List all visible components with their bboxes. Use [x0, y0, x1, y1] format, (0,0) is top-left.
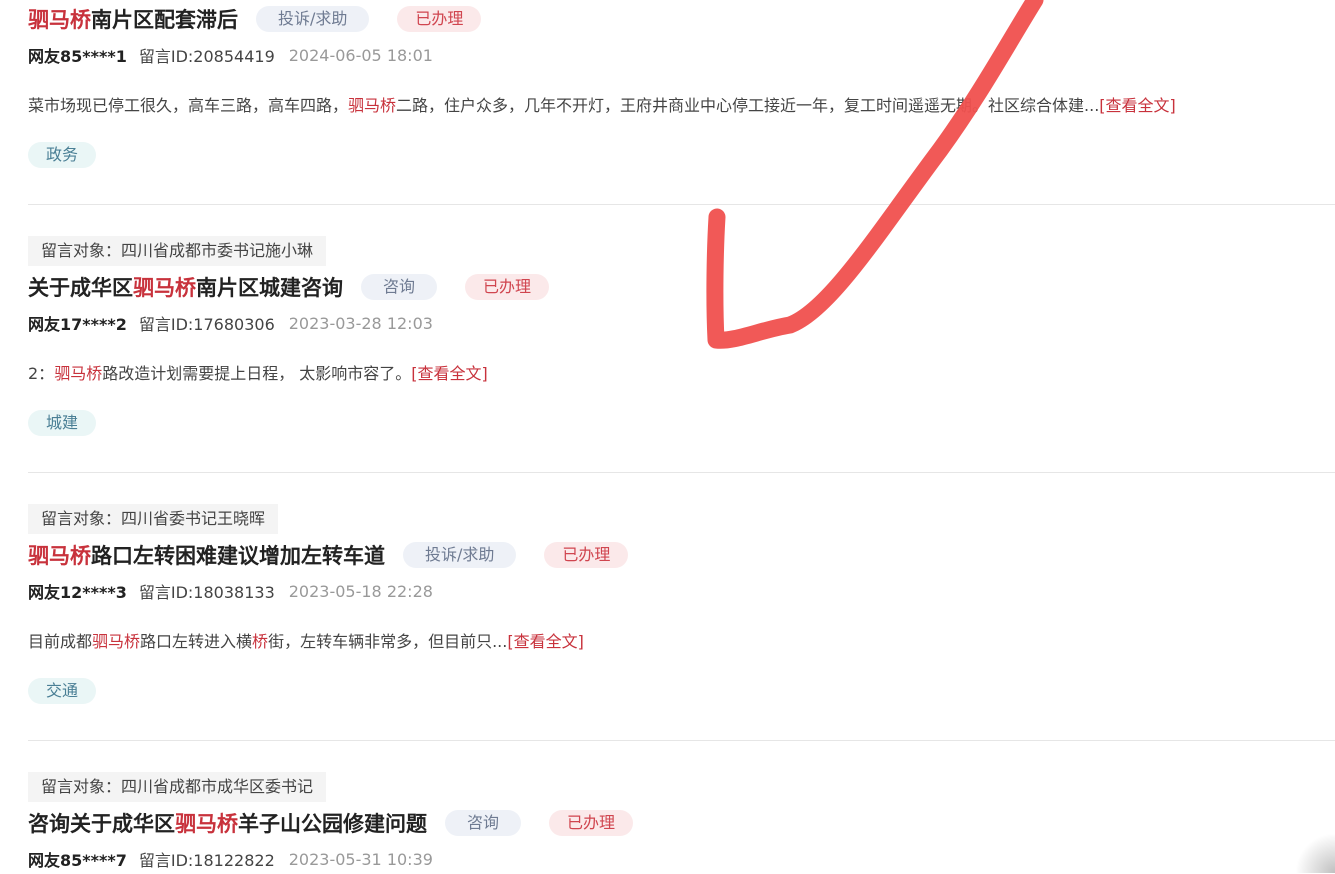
- status-badge: 已办理: [549, 810, 634, 836]
- content-text: 目前成都: [28, 632, 93, 651]
- view-full-text-link[interactable]: [查看全文]: [507, 632, 584, 651]
- post-content: 菜市场现已停工很久，高车三路，高车四路，驷马桥二路，住户众多，几年不开灯，王府井…: [28, 94, 1335, 118]
- content-text: 街，左转车辆非常多，但目前只...: [268, 632, 508, 651]
- title-keyword-highlight: 驷马桥: [175, 812, 238, 836]
- post-meta: 网友85****7 留言ID:18122822 2023-05-31 10:39: [28, 844, 1335, 874]
- timestamp: 2023-05-18 22:28: [288, 581, 433, 601]
- message-target-label: 留言对象：四川省委书记王晓晖: [28, 504, 279, 534]
- view-full-text-link[interactable]: [查看全文]: [1099, 96, 1176, 115]
- message-id: 留言ID:18038133: [138, 583, 275, 602]
- title-text: 南片区城建咨询: [196, 276, 343, 300]
- title-text: 路口左转困难建议增加左转车道: [91, 544, 385, 568]
- username: 网友85****7: [28, 851, 127, 870]
- title-keyword-highlight: 驷马桥: [28, 544, 91, 568]
- post-meta: 网友17****2 留言ID:17680306 2023-03-28 12:03: [28, 308, 1335, 338]
- title-text: 羊子山公园修建问题: [238, 812, 427, 836]
- post-title-row: 关于成华区驷马桥南片区城建咨询 咨询 已办理: [28, 270, 1335, 304]
- post-title-row: 驷马桥南片区配套滞后 投诉/求助 已办理: [28, 2, 1335, 36]
- type-badge: 咨询: [361, 274, 438, 300]
- message-id: 留言ID:20854419: [138, 47, 275, 66]
- post-content: 目前成都驷马桥路口左转进入横桥街，左转车辆非常多，但目前只...[查看全文]: [28, 630, 1335, 654]
- content-text: 2：: [28, 364, 55, 383]
- type-badge: 咨询: [445, 810, 522, 836]
- divider: [28, 472, 1335, 473]
- status-badge: 已办理: [397, 6, 482, 32]
- title-keyword-highlight: 驷马桥: [28, 8, 91, 32]
- message-target-label: 留言对象：四川省成都市成华区委书记: [28, 772, 327, 802]
- post-meta: 网友85****1 留言ID:20854419 2024-06-05 18:01: [28, 40, 1335, 70]
- content-keyword-highlight: 驷马桥: [54, 364, 103, 383]
- post-meta: 网友12****3 留言ID:18038133 2023-05-18 22:28: [28, 576, 1335, 606]
- content-text: 菜市场现已停工很久，高车三路，高车四路，: [28, 96, 349, 115]
- post-title-row: 咨询关于成华区驷马桥羊子山公园修建问题 咨询 已办理: [28, 806, 1335, 840]
- username: 网友17****2: [28, 315, 127, 334]
- status-badge: 已办理: [465, 274, 550, 300]
- view-full-text-link[interactable]: [查看全文]: [411, 364, 488, 383]
- post-title[interactable]: 咨询关于成华区驷马桥羊子山公园修建问题: [28, 808, 427, 838]
- content-keyword-highlight: 驷马桥: [92, 632, 141, 651]
- post-item: 留言对象：四川省成都市成华区委书记 咨询关于成华区驷马桥羊子山公园修建问题 咨询…: [28, 772, 1335, 874]
- status-badge: 已办理: [544, 542, 629, 568]
- timestamp: 2023-05-31 10:39: [288, 849, 433, 869]
- divider: [28, 740, 1335, 741]
- username: 网友85****1: [28, 47, 127, 66]
- content-text: 二路，住户众多，几年不开灯，王府井商业中心停工接近一年，复工时间遥遥无期。社区综…: [396, 96, 1100, 115]
- type-badge: 投诉/求助: [256, 6, 370, 32]
- title-keyword-highlight: 驷马桥: [133, 276, 196, 300]
- content-text: 路改造计划需要提上日程， 太影响市容了。: [102, 364, 412, 383]
- category-tag[interactable]: 政务: [28, 142, 97, 168]
- post-item: 留言对象：四川省成都市委书记施小琳 关于成华区驷马桥南片区城建咨询 咨询 已办理…: [28, 236, 1335, 436]
- title-text: 关于成华区: [28, 276, 133, 300]
- message-id: 留言ID:17680306: [138, 315, 275, 334]
- post-content: 2：驷马桥路改造计划需要提上日程， 太影响市容了。[查看全文]: [28, 362, 1335, 386]
- category-tag[interactable]: 交通: [28, 678, 97, 704]
- type-badge: 投诉/求助: [403, 542, 517, 568]
- content-text: 路口左转进入横: [140, 632, 253, 651]
- divider: [28, 204, 1335, 205]
- timestamp: 2023-03-28 12:03: [288, 313, 433, 333]
- post-title[interactable]: 关于成华区驷马桥南片区城建咨询: [28, 272, 343, 302]
- post-item: 留言对象：四川省委书记王晓晖 驷马桥路口左转困难建议增加左转车道 投诉/求助 已…: [28, 504, 1335, 704]
- post-title[interactable]: 驷马桥南片区配套滞后: [28, 4, 238, 34]
- title-text: 咨询关于成华区: [28, 812, 175, 836]
- username: 网友12****3: [28, 583, 127, 602]
- post-title-row: 驷马桥路口左转困难建议增加左转车道 投诉/求助 已办理: [28, 538, 1335, 572]
- post-item: 驷马桥南片区配套滞后 投诉/求助 已办理 网友85****1 留言ID:2085…: [28, 2, 1335, 168]
- timestamp: 2024-06-05 18:01: [288, 45, 433, 65]
- message-target-label: 留言对象：四川省成都市委书记施小琳: [28, 236, 327, 266]
- content-keyword-highlight: 桥: [252, 632, 269, 651]
- content-keyword-highlight: 驷马桥: [348, 96, 397, 115]
- message-id: 留言ID:18122822: [138, 851, 275, 870]
- title-text: 南片区配套滞后: [91, 8, 238, 32]
- category-tag[interactable]: 城建: [28, 410, 97, 436]
- post-title[interactable]: 驷马桥路口左转困难建议增加左转车道: [28, 540, 385, 570]
